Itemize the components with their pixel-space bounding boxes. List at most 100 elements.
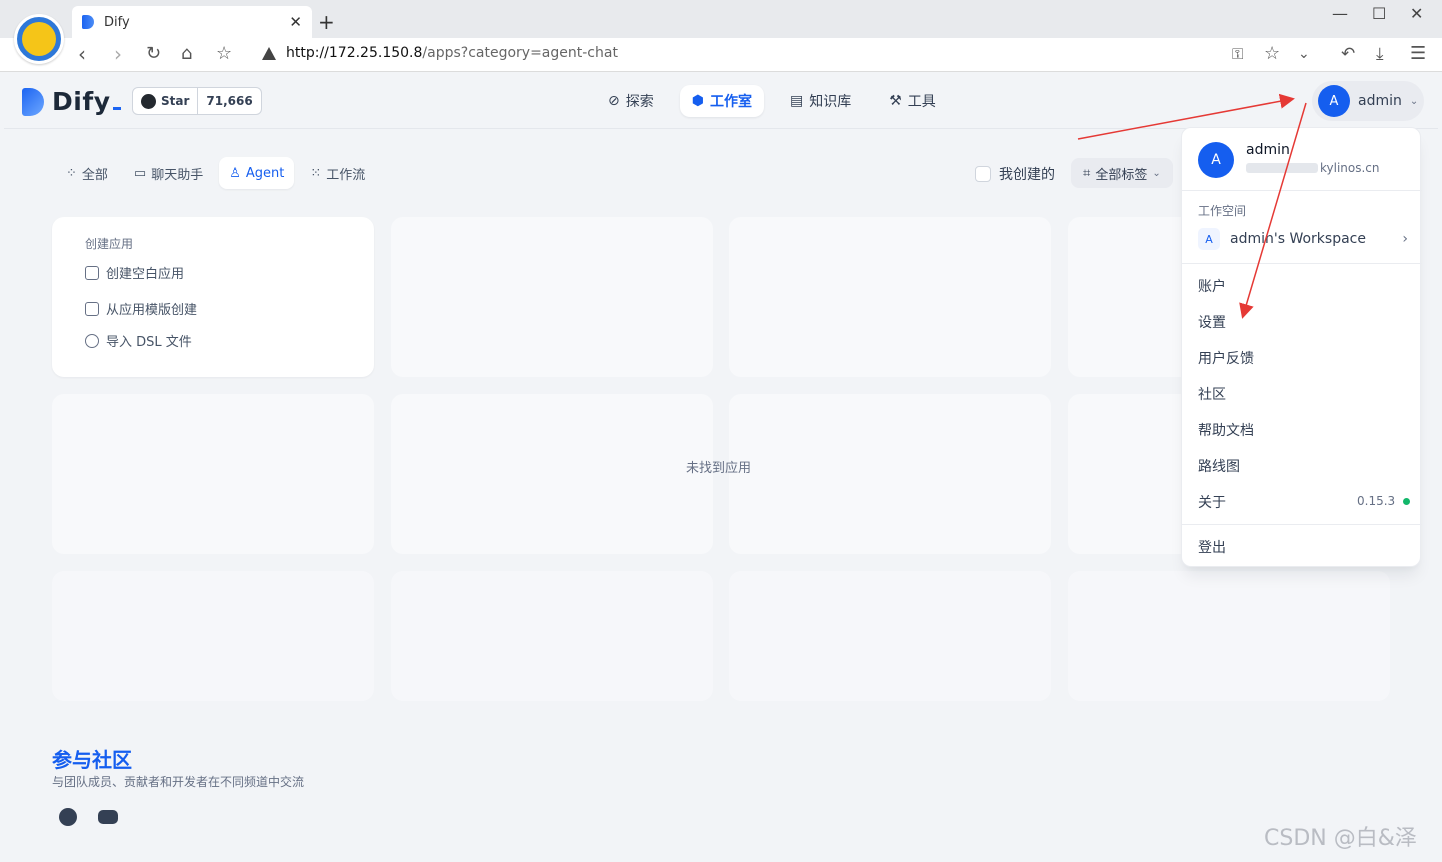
tab-all[interactable]: ⁘ 全部 bbox=[56, 157, 118, 189]
new-tab-button[interactable]: + bbox=[318, 10, 335, 34]
avatar: A bbox=[1318, 85, 1350, 117]
maximize-button[interactable]: ☐ bbox=[1372, 4, 1386, 23]
menu-item-docs[interactable]: 帮助文档 bbox=[1198, 420, 1254, 440]
created-by-me-filter[interactable]: 我创建的 bbox=[975, 164, 1055, 184]
divider bbox=[1182, 524, 1422, 525]
placeholder-card bbox=[52, 394, 374, 554]
menu-item-logout[interactable]: 登出 bbox=[1198, 537, 1226, 557]
nav-knowledge[interactable]: ▤ 知识库 bbox=[778, 85, 863, 117]
menu-item-community[interactable]: 社区 bbox=[1198, 384, 1226, 404]
tag-icon: ⌗ bbox=[1083, 165, 1091, 181]
redacted-email bbox=[1246, 163, 1318, 173]
category-tabs: ⁘ 全部 ▭ 聊天助手 ♙ Agent ⁙ 工作流 bbox=[56, 157, 375, 189]
tab-label: 工作流 bbox=[326, 167, 366, 183]
nav-explore[interactable]: ⊘ 探索 bbox=[596, 85, 666, 117]
dropdown-user-name: admin bbox=[1246, 142, 1290, 158]
app-header: Dify Star 71,666 ⊘ 探索 ⬢ 工作室 ▤ 知识库 ⚒ 工具 A… bbox=[4, 73, 1438, 129]
agent-icon: ♙ bbox=[229, 165, 241, 181]
menu-icon[interactable]: ☰ bbox=[1410, 42, 1426, 66]
create-app-title: 创建应用 bbox=[85, 237, 134, 251]
workspace-label: 工作空间 bbox=[1198, 204, 1247, 218]
dropdown-user-email: kylinos.cn bbox=[1246, 161, 1380, 175]
create-from-template-button[interactable]: 从应用模版创建 bbox=[85, 299, 197, 318]
community-subtitle: 与团队成员、贡献者和开发者在不同频道中交流 bbox=[52, 775, 305, 789]
dify-wordmark: Dify bbox=[52, 87, 121, 116]
menu-item-roadmap[interactable]: 路线图 bbox=[1198, 456, 1240, 476]
placeholder-card bbox=[391, 571, 713, 701]
book-icon: ▤ bbox=[789, 93, 804, 109]
key-icon[interactable]: ⚿ bbox=[1232, 42, 1243, 66]
tab-label: Agent bbox=[245, 165, 285, 181]
watermark: CSDN @白&泽 bbox=[1264, 826, 1417, 851]
tab-label: 全部 bbox=[81, 167, 108, 183]
version-text: 0.15.3 bbox=[1357, 494, 1396, 508]
dify-logo[interactable]: Dify bbox=[22, 87, 121, 116]
menu-item-feedback[interactable]: 用户反馈 bbox=[1198, 348, 1254, 368]
create-item-label: 创建空白应用 bbox=[106, 267, 185, 282]
create-app-card: 创建应用 创建空白应用 从应用模版创建 导入 DSL 文件 bbox=[52, 217, 374, 377]
empty-state-text: 未找到应用 bbox=[686, 461, 752, 476]
create-blank-app-button[interactable]: 创建空白应用 bbox=[85, 263, 184, 282]
minimize-button[interactable]: — bbox=[1332, 4, 1348, 23]
nav-label: 工具 bbox=[907, 94, 936, 110]
menu-item-account[interactable]: 账户 bbox=[1198, 276, 1226, 296]
workspace-item[interactable]: A admin's Workspace › bbox=[1198, 227, 1408, 251]
created-by-me-label: 我创建的 bbox=[999, 167, 1055, 183]
home-icon[interactable]: ⌂ bbox=[181, 42, 192, 66]
bookmark-star-icon[interactable]: ☆ bbox=[216, 42, 232, 66]
forward-icon[interactable]: › bbox=[114, 42, 122, 66]
status-dot-icon bbox=[1403, 497, 1411, 505]
placeholder-card bbox=[52, 571, 374, 701]
favorite-star-icon[interactable]: ☆ bbox=[1264, 42, 1280, 66]
placeholder-card bbox=[729, 394, 1051, 554]
import-dsl-button[interactable]: 导入 DSL 文件 bbox=[85, 331, 192, 350]
create-item-label: 从应用模版创建 bbox=[106, 303, 198, 318]
placeholder-card bbox=[729, 571, 1051, 701]
tab-agent[interactable]: ♙ Agent bbox=[219, 157, 295, 189]
tab-chat[interactable]: ▭ 聊天助手 bbox=[124, 157, 213, 189]
user-dropdown-menu: A admin kylinos.cn 工作空间 A admin's Worksp… bbox=[1181, 127, 1422, 567]
close-window-button[interactable]: ✕ bbox=[1410, 4, 1423, 23]
download-icon[interactable]: ⤓ bbox=[1376, 42, 1384, 66]
community-title: 参与社区 bbox=[52, 748, 132, 772]
explore-icon: ⊘ bbox=[608, 93, 620, 109]
grid-icon: ⁘ bbox=[66, 165, 77, 181]
dropdown-chevron-icon[interactable]: ⌄ bbox=[1298, 42, 1310, 66]
divider bbox=[1182, 263, 1422, 264]
chevron-down-icon: ⌄ bbox=[1152, 167, 1161, 179]
robot-icon: ⬢ bbox=[691, 93, 704, 109]
github-icon[interactable] bbox=[59, 808, 77, 826]
nav-tools[interactable]: ⚒ 工具 bbox=[877, 85, 948, 117]
discord-icon[interactable] bbox=[98, 810, 118, 824]
create-item-label: 导入 DSL 文件 bbox=[106, 335, 192, 350]
chevron-right-icon: › bbox=[1402, 231, 1408, 247]
undo-icon[interactable]: ↶ bbox=[1341, 42, 1355, 66]
star-count: 71,666 bbox=[206, 94, 253, 108]
menu-item-settings[interactable]: 设置 bbox=[1198, 312, 1226, 332]
browser-tab-bar: Dify ✕ + — ☐ ✕ bbox=[0, 0, 1442, 38]
tab-close-icon[interactable]: ✕ bbox=[289, 13, 302, 31]
tab-workflow[interactable]: ⁙ 工作流 bbox=[300, 157, 375, 189]
browser-tab[interactable]: Dify ✕ bbox=[72, 6, 312, 38]
url-host: http://172.25.150.8 bbox=[286, 45, 423, 61]
dify-mark-icon bbox=[22, 87, 44, 116]
reload-icon[interactable]: ↻ bbox=[146, 42, 161, 66]
user-menu-button[interactable]: A admin ⌄ bbox=[1312, 81, 1424, 121]
workspace-badge: A bbox=[1198, 228, 1220, 250]
workspace-name: admin's Workspace bbox=[1230, 231, 1366, 247]
menu-item-about[interactable]: 关于 bbox=[1198, 492, 1226, 512]
dify-favicon-icon bbox=[82, 15, 94, 29]
nav-studio[interactable]: ⬢ 工作室 bbox=[679, 85, 764, 117]
placeholder-card bbox=[1068, 571, 1390, 701]
browser-logo-icon bbox=[14, 14, 64, 64]
tags-filter-button[interactable]: ⌗ 全部标签 ⌄ bbox=[1071, 158, 1173, 188]
address-bar[interactable]: http://172.25.150.8/apps?category=agent-… bbox=[286, 45, 618, 61]
created-by-me-checkbox[interactable] bbox=[975, 166, 991, 182]
github-star-button[interactable]: Star 71,666 bbox=[132, 87, 262, 115]
tab-label: 聊天助手 bbox=[151, 167, 204, 183]
tab-title: Dify bbox=[104, 14, 130, 30]
nav-label: 工作室 bbox=[709, 94, 752, 110]
insecure-warning-icon[interactable] bbox=[262, 47, 276, 60]
back-icon[interactable]: ‹ bbox=[78, 42, 86, 66]
email-suffix: kylinos.cn bbox=[1320, 161, 1380, 175]
